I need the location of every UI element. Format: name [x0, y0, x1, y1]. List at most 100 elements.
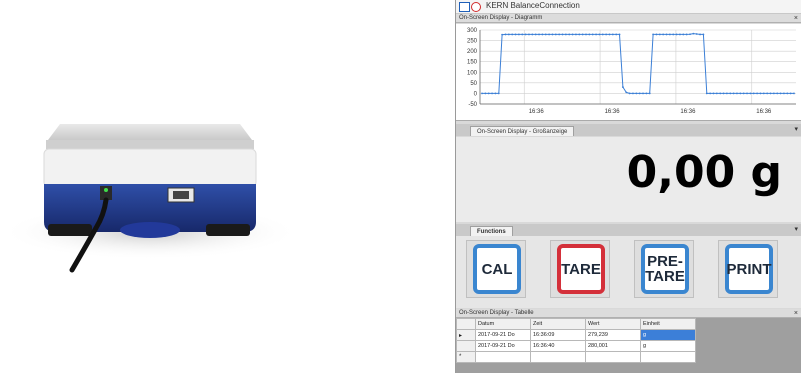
tare-button-label[interactable]: TARE: [557, 244, 605, 294]
cell-einheit[interactable]: g: [640, 340, 696, 352]
data-point: [739, 92, 742, 95]
table-row[interactable]: 2017-09-21 Do 16:36:40 280,001 g: [456, 340, 696, 352]
cell-wert[interactable]: 279,239: [585, 329, 641, 341]
data-point: [605, 33, 608, 36]
tare-button[interactable]: TARE: [550, 240, 610, 298]
cal-button-label[interactable]: CAL: [473, 244, 521, 294]
data-point: [521, 33, 524, 36]
data-point: [558, 33, 561, 36]
data-point: [551, 33, 554, 36]
pre-tare-button[interactable]: PRE- TARE: [634, 240, 694, 298]
chevron-down-icon[interactable]: ▾: [794, 225, 798, 233]
cell-zeit[interactable]: 16:36:09: [530, 329, 586, 341]
data-point: [588, 33, 591, 36]
cell-zeit[interactable]: 16:36:40: [530, 340, 586, 352]
data-point: [689, 33, 691, 36]
data-point: [762, 92, 765, 95]
data-point: [548, 33, 550, 36]
data-point: [685, 33, 688, 36]
cell-wert[interactable]: 280,001: [585, 340, 641, 352]
data-point: [695, 33, 698, 35]
close-icon[interactable]: ×: [794, 14, 798, 23]
series-line: [482, 33, 794, 94]
large-display: 0,00 g: [456, 137, 801, 222]
data-point: [538, 33, 540, 36]
chevron-down-icon[interactable]: ▾: [794, 125, 798, 133]
data-point: [531, 33, 534, 36]
data-point: [759, 92, 762, 95]
balance-product-photo: [0, 0, 445, 373]
data-point: [726, 92, 728, 95]
data-point: [742, 92, 745, 95]
column-header-einheit[interactable]: Einheit: [640, 318, 696, 330]
data-point: [528, 33, 530, 36]
data-point: [776, 92, 779, 95]
tab-large-display[interactable]: On-Screen Display - Großanzeige: [470, 126, 575, 136]
data-point: [575, 33, 577, 36]
title-bar: KERN BalanceConnection: [456, 0, 801, 14]
print-button[interactable]: PRINT: [718, 240, 778, 298]
data-point: [487, 92, 490, 95]
close-icon[interactable]: ×: [794, 309, 798, 318]
balance-connection-window: KERN BalanceConnection On-Screen Display…: [455, 0, 801, 373]
data-point: [618, 33, 621, 36]
data-point: [655, 33, 658, 36]
table-header-row: Datum Zeit Wert Einheit: [456, 318, 696, 330]
data-point: [611, 33, 614, 36]
column-header-zeit[interactable]: Zeit: [530, 318, 586, 330]
tab-functions[interactable]: Functions: [470, 226, 513, 236]
stop-icon[interactable]: [471, 2, 481, 12]
x-tick-label: 16:36: [529, 109, 545, 115]
data-point: [585, 33, 587, 36]
data-point: [494, 92, 497, 95]
data-point: [568, 33, 571, 36]
data-point: [662, 33, 665, 36]
data-point: [595, 33, 597, 36]
data-point: [665, 33, 668, 36]
data-point: [749, 92, 752, 95]
window-title: KERN BalanceConnection: [486, 1, 580, 10]
pre-tare-button-label[interactable]: PRE- TARE: [641, 244, 689, 294]
cell-einheit[interactable]: g: [640, 329, 696, 341]
data-point: [672, 33, 675, 36]
row-marker: ▸: [456, 329, 476, 341]
table-new-row[interactable]: *: [456, 351, 696, 363]
cell-datum[interactable]: 2017-09-21 Do: [475, 340, 531, 352]
data-point: [642, 92, 644, 95]
column-header-wert[interactable]: Wert: [585, 318, 641, 330]
table-panel-header: On-Screen Display - Tabelle ×: [456, 309, 801, 318]
y-tick-label: 150: [467, 60, 478, 66]
weight-chart: 300 250 200 150 100 50 0 -50 16:36 16:36 16:36 16:3…: [456, 24, 801, 121]
print-button-label[interactable]: PRINT: [725, 244, 773, 294]
column-header-datum[interactable]: Datum: [475, 318, 531, 330]
display-tabstrip: On-Screen Display - Großanzeige ▾: [456, 124, 801, 136]
data-point: [571, 33, 574, 36]
table-row[interactable]: ▸ 2017-09-21 Do 16:36:09 279,239 g: [456, 329, 696, 341]
data-point: [668, 33, 671, 36]
data-point: [793, 92, 795, 95]
y-tick-label: -50: [468, 102, 477, 108]
data-point: [484, 92, 487, 95]
cal-button[interactable]: CAL: [466, 240, 526, 298]
cell-wert[interactable]: [585, 351, 641, 363]
app-window-icon[interactable]: [459, 2, 470, 12]
cell-einheit[interactable]: [640, 351, 696, 363]
data-point: [591, 33, 594, 36]
data-point: [534, 33, 537, 36]
cell-datum[interactable]: 2017-09-21 Do: [475, 329, 531, 341]
data-point: [507, 33, 510, 36]
data-point: [783, 92, 785, 95]
data-point: [564, 33, 567, 36]
data-point: [769, 92, 772, 95]
data-point: [752, 92, 755, 95]
data-point: [608, 33, 611, 36]
data-point: [511, 33, 514, 36]
cell-datum[interactable]: [475, 351, 531, 363]
readings-table-area: Datum Zeit Wert Einheit ▸ 2017-09-21 Do …: [456, 318, 801, 373]
x-tick-label: 16:36: [680, 109, 696, 115]
cell-zeit[interactable]: [530, 351, 586, 363]
data-point: [746, 92, 748, 95]
y-tick-label: 200: [467, 49, 478, 55]
data-point: [709, 92, 712, 95]
functions-panel: CAL TARE PRE- TARE PRINT: [456, 236, 801, 308]
